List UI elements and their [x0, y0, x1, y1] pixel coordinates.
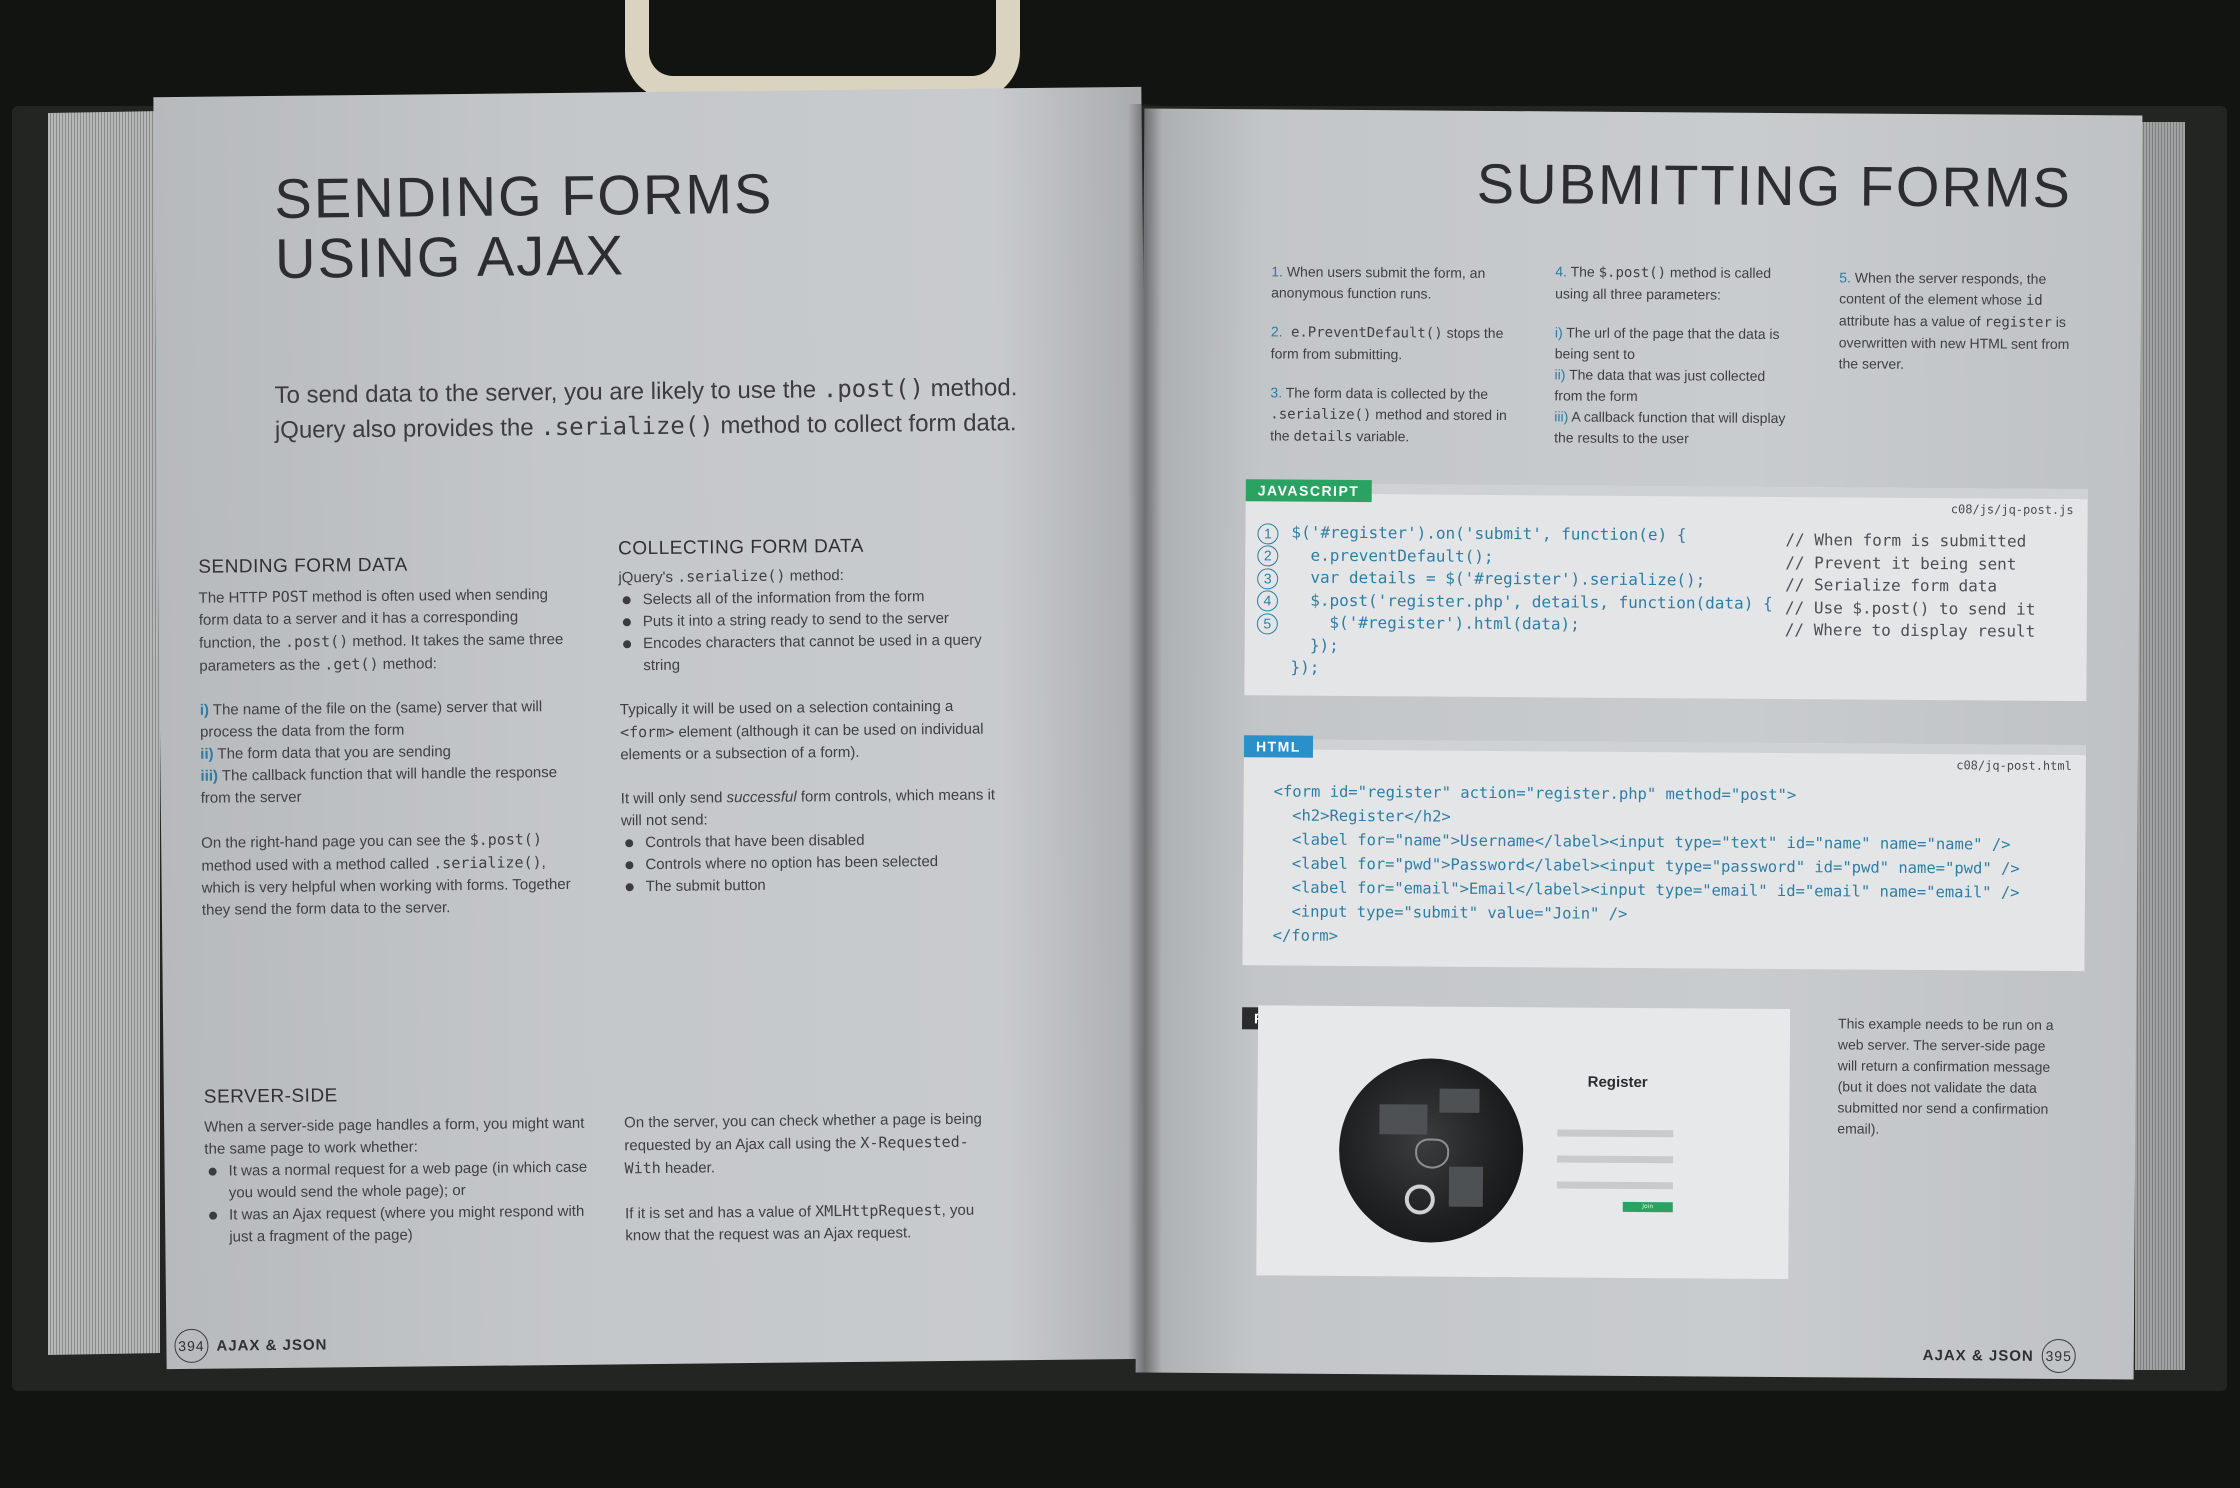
- javascript-file-path: c08/js/jq-post.js: [1950, 502, 2074, 518]
- result-email-field: [1556, 1181, 1673, 1190]
- list-item: It was a normal request for a web page (…: [229, 1157, 595, 1205]
- server-side-body-right: On the server, you can check whether a p…: [624, 1110, 982, 1245]
- list-item: Encodes characters that cannot be used i…: [643, 629, 994, 677]
- html-tag: HTML: [1243, 735, 1313, 758]
- code-line: });: [1290, 635, 1339, 655]
- right-folio: AJAX & JSON 395: [1922, 1338, 2084, 1374]
- code-marker: 5: [1256, 613, 1278, 635]
- left-page: SENDING FORMS USING AJAX To send data to…: [153, 86, 1155, 1370]
- result-password-field: [1557, 1155, 1674, 1164]
- javascript-tag: JAVASCRIPT: [1245, 479, 1372, 503]
- html-code: <form id="register" action="register.php…: [1273, 779, 2021, 952]
- left-title-line1: SENDING FORMS: [274, 161, 774, 230]
- left-intro: To send data to the server, you are like…: [274, 374, 1018, 444]
- running-head: AJAX & JSON: [216, 1336, 328, 1355]
- sending-form-data-heading: SENDING FORM DATA: [198, 554, 408, 578]
- code-line: var details = $('#register').serialize()…: [1291, 567, 1706, 590]
- book-gutter: [1128, 104, 1162, 1374]
- result-username-field: [1557, 1129, 1674, 1138]
- code-marker: 2: [1257, 545, 1279, 567]
- page-number: 394: [174, 1328, 209, 1364]
- sending-form-data-body: The HTTP POST method is often used when …: [198, 586, 571, 919]
- page-number: 395: [2041, 1338, 2076, 1374]
- code-line: $('#register').html(data);: [1290, 612, 1580, 634]
- javascript-comments: // When form is submitted// Prevent it b…: [1785, 529, 2036, 643]
- collecting-form-data-heading: COLLECTING FORM DATA: [618, 535, 864, 560]
- javascript-code: $('#register').on('submit', function(e) …: [1290, 522, 1773, 683]
- result-preview: Register Join: [1256, 1005, 1791, 1280]
- code-line: e.preventDefault();: [1291, 545, 1494, 566]
- code-marker: 3: [1257, 568, 1279, 590]
- server-side-body: When a server-side page handles a form, …: [204, 1113, 595, 1249]
- code-comment: // When form is submitted: [1785, 530, 2027, 551]
- code-comment: // Where to display result: [1784, 620, 2036, 641]
- steps-column-3: 5. When the server responds, the content…: [1838, 269, 2070, 372]
- steps-column-1: 1. When users submit the form, an anonym…: [1270, 263, 1507, 445]
- server-side-heading: SERVER-SIDE: [203, 1085, 338, 1108]
- code-line: });: [1290, 657, 1320, 677]
- result-join-button: Join: [1622, 1201, 1673, 1213]
- result-form-title: Register: [1587, 1073, 1648, 1092]
- code-line: $.post('register.php', details, function…: [1290, 590, 1773, 613]
- right-title: SUBMITTING FORMS: [1476, 151, 2073, 220]
- javascript-code-box: JAVASCRIPT c08/js/jq-post.js 1 2 3 4 5 $…: [1244, 479, 2088, 702]
- left-folio: 394 AJAX & JSON: [166, 1327, 328, 1364]
- result-note: This example needs to be run on a web se…: [1837, 1015, 2054, 1137]
- page-edges-left: [48, 111, 160, 1355]
- book-stand-handle: [625, 0, 1020, 100]
- page-edges-right: [2135, 122, 2185, 1370]
- collecting-form-data-body: jQuery's .serialize() method: Selects al…: [618, 562, 996, 898]
- list-item: The submit button: [646, 872, 997, 898]
- running-head: AJAX & JSON: [1922, 1346, 2034, 1365]
- left-title-line2: USING AJAX: [274, 223, 626, 290]
- list-item: It was an Ajax request (where you might …: [229, 1201, 595, 1249]
- code-marker: 4: [1256, 590, 1279, 612]
- raspberry-pi-image: [1338, 1057, 1524, 1244]
- code-comment: // Use $.post() to send it: [1784, 597, 2036, 619]
- code-marker: 1: [1257, 523, 1279, 545]
- steps-column-2: 4. The $.post() method is called using a…: [1554, 263, 1786, 447]
- code-comment: // Prevent it being sent: [1785, 552, 2017, 574]
- html-file-path: c08/jq-post.html: [1956, 758, 2072, 774]
- code-comment: // Serialize form data: [1785, 575, 1998, 596]
- code-line: $('#register').on('submit', function(e) …: [1291, 522, 1687, 545]
- right-page: SUBMITTING FORMS 1. When users submit th…: [1135, 108, 2143, 1380]
- code-line: </form>: [1272, 926, 1339, 945]
- html-code-box: HTML c08/jq-post.html <form id="register…: [1242, 735, 2087, 972]
